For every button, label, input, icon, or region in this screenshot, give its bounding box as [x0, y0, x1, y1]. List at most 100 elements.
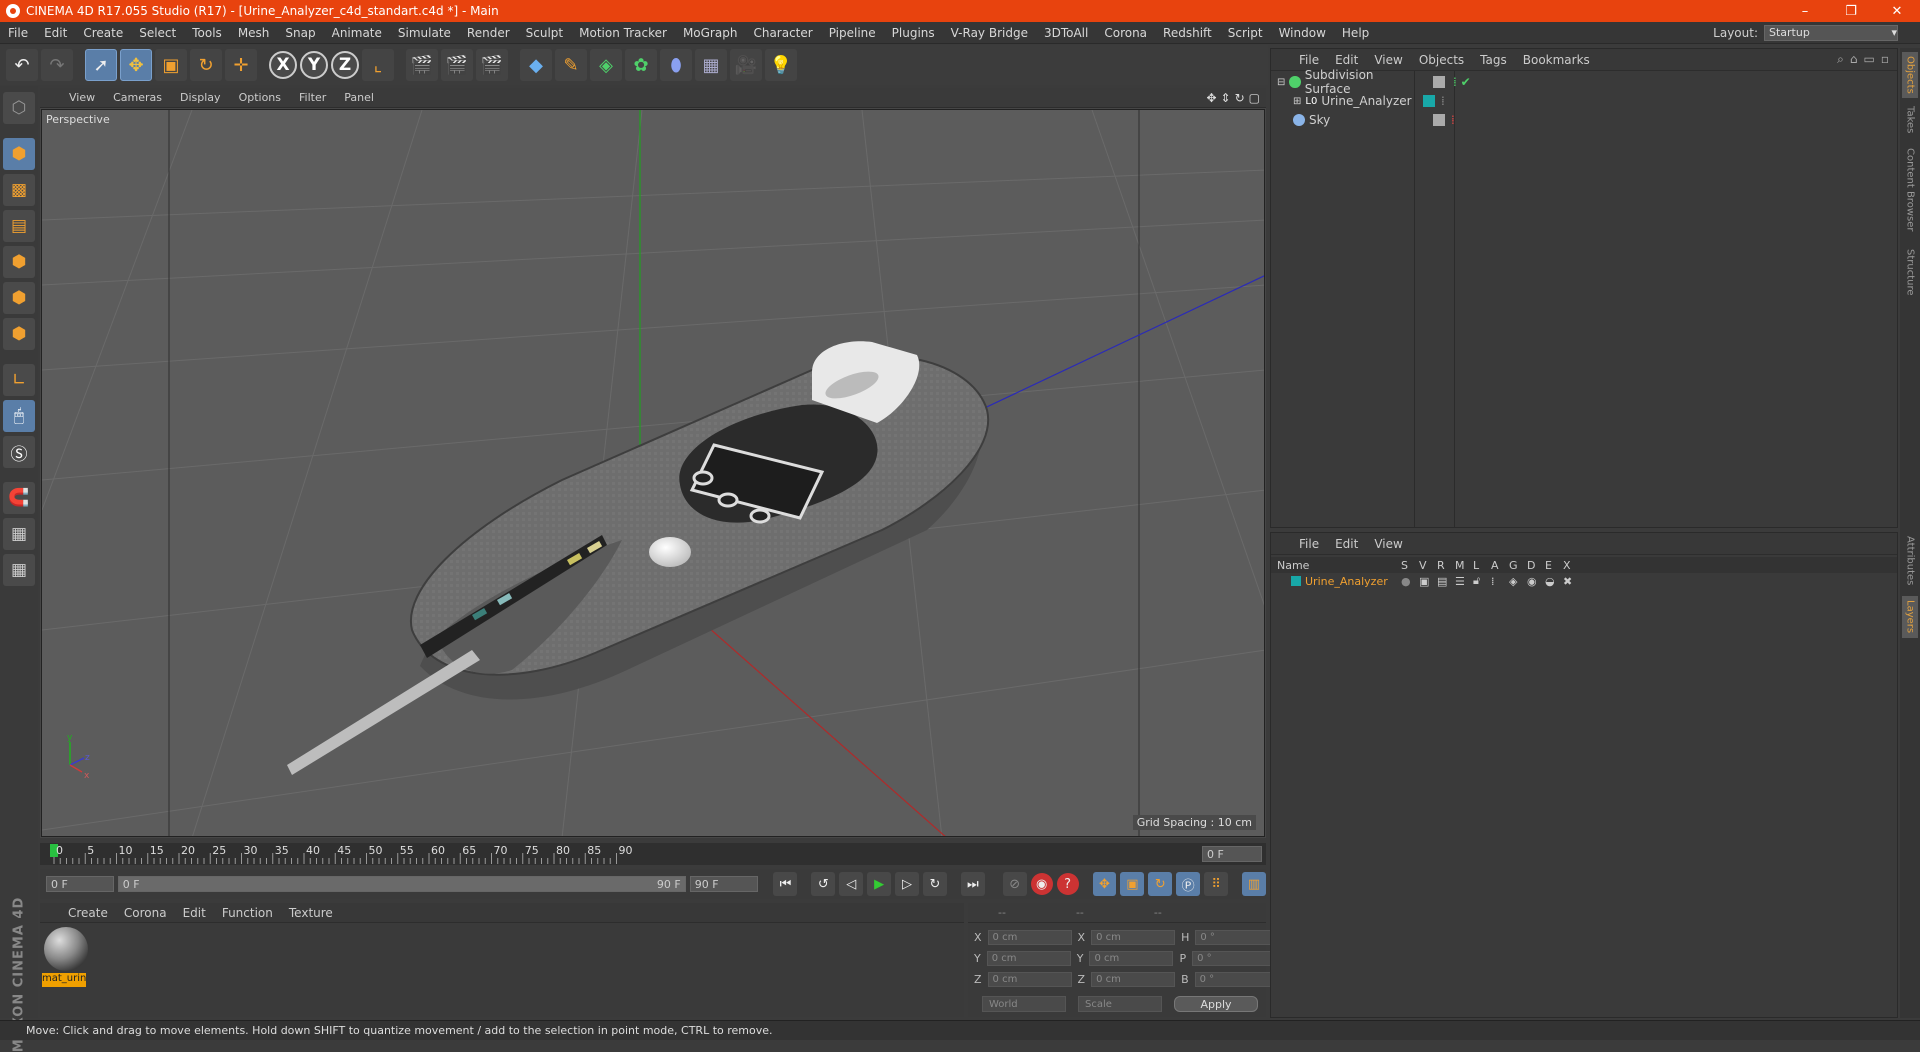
layer-deformers-icon[interactable]: ◉ — [1527, 575, 1545, 588]
apply-button[interactable]: Apply — [1174, 996, 1258, 1012]
layer-col-xref[interactable]: X — [1563, 559, 1581, 572]
menu-window[interactable]: Window — [1271, 26, 1334, 40]
layer-view-icon[interactable]: ▣ — [1419, 575, 1437, 588]
layer-row[interactable]: Urine_Analyzer ● ▣ ▤ ☰ 🔓︎ ⁞ ◈ ◉ ◒ ✖ — [1271, 573, 1897, 589]
key-position-icon[interactable]: ✥ — [1092, 872, 1117, 896]
menu-mograph[interactable]: MoGraph — [675, 26, 746, 40]
layer-solo-icon[interactable]: ● — [1401, 575, 1419, 588]
magnet-icon[interactable]: 🧲 — [3, 482, 35, 514]
position-x-field[interactable]: 0 cm — [987, 930, 1072, 945]
tab-content-browser[interactable]: Content Browser — [1902, 142, 1918, 238]
x-axis-lock-icon[interactable]: X — [269, 51, 297, 79]
layer-col-view[interactable]: V — [1419, 559, 1437, 572]
render-view-icon[interactable]: 🎬 — [406, 49, 438, 81]
menu-mesh[interactable]: Mesh — [230, 26, 278, 40]
rotation-p-field[interactable]: 0 ° — [1192, 951, 1277, 966]
key-point-level-icon[interactable]: ⠿ — [1204, 872, 1229, 896]
world-dropdown[interactable]: World — [982, 996, 1066, 1012]
menu-create[interactable]: Create — [75, 26, 131, 40]
rotate-tool-icon[interactable]: ↻ — [190, 49, 222, 81]
layer-col-solo[interactable]: S — [1401, 559, 1419, 572]
layer-col-animation[interactable]: A — [1491, 559, 1509, 572]
light-icon[interactable]: 💡 — [765, 49, 797, 81]
polygons-mode-icon[interactable]: ⬢ — [3, 318, 35, 350]
object-menu-view[interactable]: View — [1366, 53, 1410, 67]
cube-object-icon[interactable]: ◆ — [520, 49, 552, 81]
menu-render[interactable]: Render — [459, 26, 518, 40]
new-window-icon[interactable]: ▭ — [1864, 52, 1875, 67]
layer-col-generators[interactable]: G — [1509, 559, 1527, 572]
tab-objects[interactable]: Objects — [1902, 52, 1918, 98]
layer-col-deformers[interactable]: D — [1527, 559, 1545, 572]
layer-menu-view[interactable]: View — [1366, 537, 1410, 551]
menu-select[interactable]: Select — [131, 26, 184, 40]
material-name-label[interactable]: mat_urin — [42, 973, 86, 987]
menu-file[interactable]: File — [0, 26, 36, 40]
viewport-menu-filter[interactable]: Filter — [290, 91, 335, 104]
object-menu-edit[interactable]: Edit — [1327, 53, 1366, 67]
scale-dropdown[interactable]: Scale — [1078, 996, 1162, 1012]
cloner-icon[interactable]: ✿ — [625, 49, 657, 81]
live-selection-icon[interactable]: ➚ — [85, 49, 117, 81]
menu-sculpt[interactable]: Sculpt — [518, 26, 571, 40]
menu-edit[interactable]: Edit — [36, 26, 75, 40]
layer-menu-file[interactable]: File — [1291, 537, 1327, 551]
edit-render-settings-icon[interactable]: 🎬 — [476, 49, 508, 81]
object-menu-file[interactable]: File — [1291, 53, 1327, 67]
minimize-button[interactable]: – — [1782, 0, 1828, 22]
layer-render-icon[interactable]: ▤ — [1437, 575, 1455, 588]
autokey-icon[interactable]: ? — [1056, 873, 1079, 895]
record-active-icon[interactable]: ◉ — [1030, 873, 1053, 895]
layer-col-render[interactable]: R — [1437, 559, 1455, 572]
motion-path-icon[interactable]: ⊘ — [1002, 872, 1027, 896]
menu-pipeline[interactable]: Pipeline — [821, 26, 884, 40]
layout-dropdown[interactable]: Startup ▾ — [1764, 24, 1898, 41]
tweak-mode-icon[interactable]: 🖱 — [3, 400, 35, 432]
pan-icon[interactable]: ✥ — [1206, 91, 1216, 105]
layer-manager-icon[interactable]: ☰ — [1455, 575, 1473, 588]
next-frame-icon[interactable]: ▷ — [895, 872, 919, 896]
floor-icon[interactable]: ▦ — [695, 49, 727, 81]
key-scale-icon[interactable]: ▣ — [1120, 872, 1145, 896]
previous-frame-icon[interactable]: ◁ — [839, 872, 864, 896]
layer-lock-icon[interactable]: 🔓︎ — [1473, 574, 1491, 588]
timeline-ruler[interactable]: 0 5 10 15 20 25 30 35 40 45 50 55 60 65 70 75 80 85 90 0 F — [40, 843, 1266, 865]
visibility-dots-icon[interactable]: ⁞ — [1441, 94, 1445, 108]
recent-tool-icon[interactable]: ✛ — [225, 49, 257, 81]
viewport-menu-panel[interactable]: Panel — [335, 91, 383, 104]
scale-tool-icon[interactable]: ▣ — [155, 49, 187, 81]
lock-icon[interactable]: ▫ — [1881, 52, 1889, 67]
viewport-canvas[interactable]: y z x Perspective Grid Spacing : 10 cm — [41, 109, 1265, 837]
dolly-icon[interactable]: ⇕ — [1221, 91, 1231, 105]
material-menu-edit[interactable]: Edit — [175, 906, 214, 920]
viewport-menu-cameras[interactable]: Cameras — [104, 91, 171, 104]
menu-animate[interactable]: Animate — [324, 26, 390, 40]
make-editable-icon[interactable]: ⬡ — [3, 92, 35, 124]
key-parameter-icon[interactable]: Ⓟ — [1176, 872, 1201, 896]
layer-expressions-icon[interactable]: ◒ — [1545, 575, 1563, 588]
material-menu-corona[interactable]: Corona — [116, 906, 175, 920]
go-to-start-icon[interactable]: ⏮ — [773, 872, 798, 896]
menu-tools[interactable]: Tools — [184, 26, 230, 40]
enabled-check-icon[interactable]: ⁞ ✔ — [1453, 75, 1471, 89]
play-icon[interactable]: ▶ — [867, 872, 892, 896]
menu-snap[interactable]: Snap — [277, 26, 323, 40]
material-menu-texture[interactable]: Texture — [281, 906, 341, 920]
restore-button[interactable]: ❐ — [1828, 0, 1874, 22]
layer-xref-icon[interactable]: ✖ — [1563, 575, 1581, 588]
subdivision-surface-icon[interactable]: ◈ — [590, 49, 622, 81]
tab-attributes[interactable]: Attributes — [1902, 532, 1918, 590]
orbit-icon[interactable]: ↻ — [1235, 91, 1245, 105]
axis-mode-icon[interactable]: ∟ — [3, 364, 35, 396]
position-y-field[interactable]: 0 cm — [986, 951, 1071, 966]
layer-col-name[interactable]: Name — [1271, 559, 1401, 572]
tab-layers[interactable]: Layers — [1902, 596, 1918, 638]
menu-script[interactable]: Script — [1220, 26, 1271, 40]
material-menu-create[interactable]: Create — [60, 906, 116, 920]
end-frame-field[interactable]: 90 F — [689, 876, 758, 892]
previous-key-icon[interactable]: ↺ — [811, 872, 836, 896]
edges-mode-icon[interactable]: ⬢ — [3, 282, 35, 314]
material-menu-function[interactable]: Function — [214, 906, 281, 920]
camera-icon[interactable]: 🎥 — [730, 49, 762, 81]
size-x-field[interactable]: 0 cm — [1091, 930, 1176, 945]
